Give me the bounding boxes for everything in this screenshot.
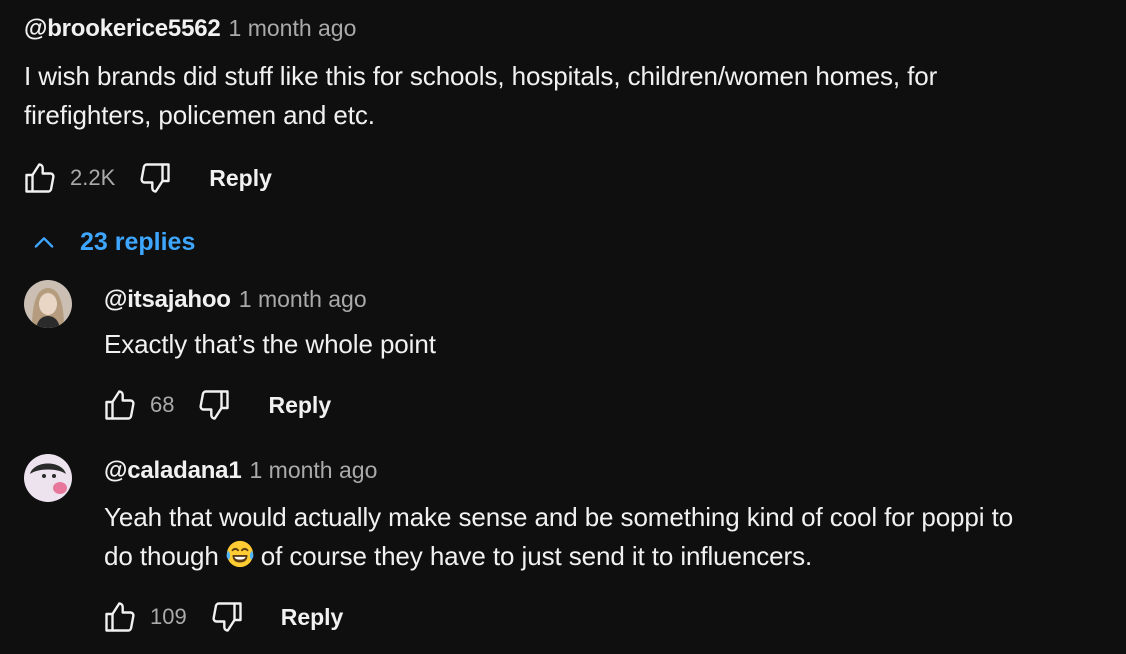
reply-text-line-1: Yeah that would actually make sense and …: [104, 502, 1014, 532]
like-button[interactable]: [100, 597, 140, 637]
reply-text-line-1: Exactly that’s the whole point: [104, 329, 436, 359]
comment-text-line-1: I wish brands did stuff like this for sc…: [24, 61, 938, 91]
dislike-button[interactable]: [135, 158, 175, 198]
reply-author[interactable]: @itsajahoo: [104, 286, 231, 313]
like-count: 68: [150, 392, 175, 417]
like-button[interactable]: [100, 385, 140, 425]
face-with-tears-of-joy-icon: [226, 540, 254, 568]
avatar[interactable]: [24, 280, 72, 328]
chevron-up-icon: [34, 236, 54, 248]
reply-header: @caladana1 1 month ago: [104, 457, 377, 485]
reply-time[interactable]: 1 month ago: [249, 457, 377, 483]
reply-button[interactable]: Reply: [268, 392, 331, 419]
comment-author[interactable]: @brookerice5562: [24, 15, 221, 42]
comment-header: @brookerice5562 1 month ago: [24, 15, 356, 43]
thumbs-down-icon: [140, 163, 170, 193]
avatar-image: [24, 454, 72, 502]
comment-time[interactable]: 1 month ago: [229, 15, 357, 41]
avatar-image: [24, 280, 72, 328]
reply-text-line-2: do though of course they have to just se…: [104, 537, 1114, 576]
dislike-button[interactable]: [207, 597, 247, 637]
comment-text-line-2: firefighters, policemen and etc.: [24, 100, 375, 130]
thumbs-down-icon: [199, 390, 230, 420]
thumbs-down-icon: [212, 602, 242, 632]
comment-actions: 2.2K Reply: [20, 158, 272, 198]
thumbs-up-icon: [105, 602, 135, 632]
thumbs-up-icon: [105, 390, 135, 420]
reply-time[interactable]: 1 month ago: [239, 286, 367, 312]
reply-header: @itsajahoo 1 month ago: [104, 286, 367, 314]
reply-text-segment: of course they have to just send it to i…: [260, 541, 813, 571]
replies-toggle[interactable]: 23 replies: [30, 228, 195, 257]
reply-text-segment: do though: [104, 541, 219, 571]
replies-count-label: 23 replies: [80, 228, 196, 256]
comment-text: I wish brands did stuff like this for sc…: [24, 57, 1114, 135]
reply-button[interactable]: Reply: [281, 604, 344, 631]
reply-text: Exactly that’s the whole point: [104, 325, 436, 364]
reply-text: Yeah that would actually make sense and …: [104, 498, 1114, 576]
like-count: 109: [150, 604, 187, 629]
reply-actions: 109 Reply: [100, 597, 343, 637]
reply-author[interactable]: @caladana1: [104, 457, 242, 484]
like-button[interactable]: [20, 158, 60, 198]
like-count: 2.2K: [70, 165, 116, 190]
dislike-button[interactable]: [194, 385, 234, 425]
reply-button[interactable]: Reply: [209, 165, 272, 192]
reply-actions: 68 Reply: [100, 385, 331, 425]
avatar[interactable]: [24, 454, 72, 502]
thumbs-up-icon: [25, 163, 55, 193]
